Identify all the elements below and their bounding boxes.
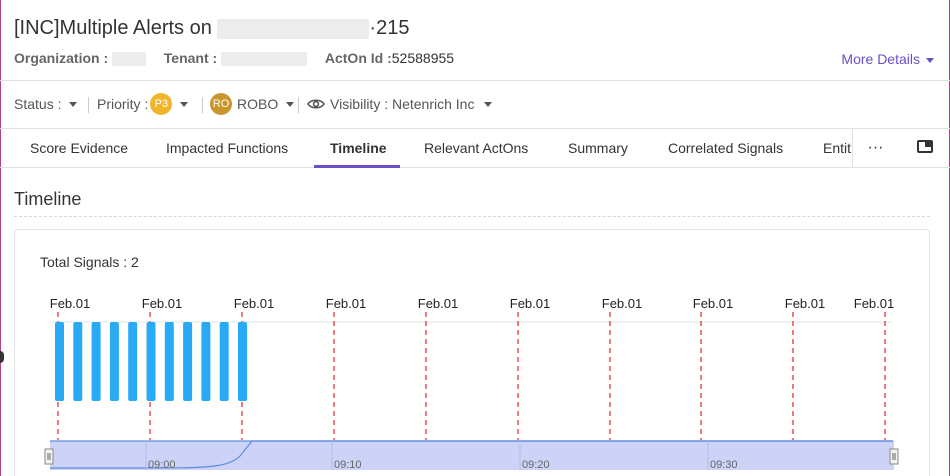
timeline-markers: Feb.01 Feb.01 Feb.01 Feb.01 Feb.01 Feb.01 Feb.… [50, 296, 894, 440]
signal-bar[interactable] [55, 322, 64, 401]
signal-bar[interactable] [238, 322, 247, 401]
timeline-marker-label: Feb.01 [510, 296, 550, 311]
timeline-chart: Feb.01 Feb.01 Feb.01 Feb.01 Feb.01 Feb.01 Feb.… [44, 296, 899, 471]
timeline-marker-label: Feb.01 [234, 296, 274, 311]
timeline-marker-label: Feb.01 [50, 296, 90, 311]
signal-bar[interactable] [183, 322, 193, 401]
timeline-marker-label: Feb.01 [326, 296, 366, 311]
signal-bars [55, 322, 247, 401]
timeline-marker-label: Feb.01 [854, 296, 894, 311]
range-navigator[interactable]: 09:00 09:10 09:20 09:30 [44, 440, 899, 471]
signal-bar[interactable] [219, 322, 229, 401]
navigator-right-handle[interactable] [889, 448, 899, 465]
signal-bar[interactable] [109, 322, 119, 401]
signal-bar[interactable] [201, 322, 211, 401]
navigator-tick-label: 09:30 [710, 459, 738, 471]
timeline-marker-label: Feb.01 [142, 296, 182, 311]
navigator-tick-label: 09:00 [148, 459, 176, 471]
navigator-tick-label: 09:20 [522, 459, 550, 471]
timeline-marker-label: Feb.01 [693, 296, 733, 311]
navigator-tick-label: 09:10 [334, 459, 362, 471]
timeline-marker-label: Feb.01 [418, 296, 458, 311]
navigator-selection[interactable] [50, 441, 894, 470]
signal-bar[interactable] [146, 322, 156, 401]
navigator-left-handle[interactable] [44, 448, 54, 465]
signal-bar[interactable] [128, 322, 138, 401]
timeline-marker-label: Feb.01 [785, 296, 825, 311]
signal-bar[interactable] [73, 322, 83, 401]
timeline-marker-label: Feb.01 [602, 296, 642, 311]
signal-bar[interactable] [164, 322, 174, 401]
signal-bar[interactable] [91, 322, 101, 401]
